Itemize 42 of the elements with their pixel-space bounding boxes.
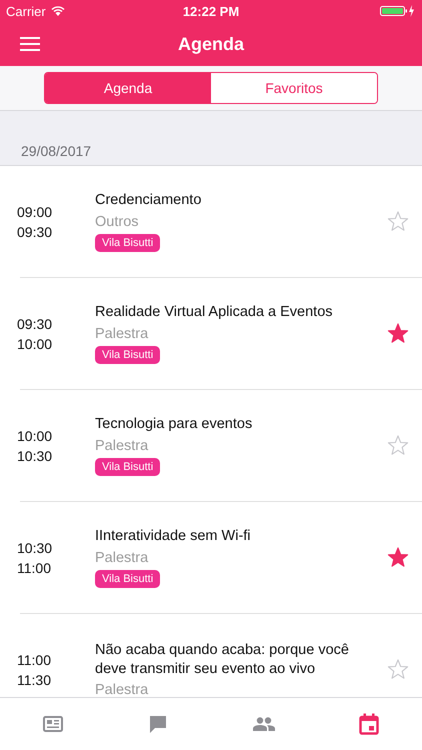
date-header: 29/08/2017 [21,143,92,159]
session-type: Palestra [95,550,148,566]
status-time: 12:22 PM [182,4,240,18]
end-time: 09:30 [17,224,54,240]
start-time: 11:00 [17,652,52,668]
start-time: 10:30 [17,540,54,556]
venue-tag: Vila Bisutti [95,458,160,476]
session-title: Credenciamento [95,191,202,210]
favorite-star-icon[interactable] [387,547,409,568]
session-type: Palestra [95,682,148,697]
venue-tag: Vila Bisutti [95,234,160,252]
segment-tab[interactable]: Favoritos [211,73,377,103]
favorite-star-icon[interactable] [387,211,409,232]
session-title: Não acaba quando acaba: porque você deve transmitir seu evento ao vivo [95,641,350,678]
session-title: Tecnologia para eventos [95,415,252,434]
carrier-label: Carrier [6,4,46,18]
favorite-star-icon[interactable] [387,435,409,456]
start-time: 09:00 [17,204,54,220]
battery-icon [380,5,416,17]
venue-tag: Vila Bisutti [95,346,160,364]
session-type: Outros [95,214,139,230]
favorite-star-icon[interactable] [387,323,409,344]
menu-icon[interactable] [20,37,40,51]
venue-tag: Vila Bisutti [95,570,160,588]
session-title: IInteratividade sem Wi-fi [95,527,251,546]
session-type: Palestra [95,326,148,342]
end-time: 11:30 [17,672,52,688]
chat-icon[interactable] [149,715,168,733]
end-time: 11:00 [17,560,52,576]
segment-tab[interactable]: Agenda [45,73,211,103]
start-time: 10:00 [17,428,54,444]
people-icon[interactable] [252,717,275,731]
wifi-icon [50,6,65,16]
news-icon[interactable] [42,716,63,732]
session-type: Palestra [95,438,148,454]
end-time: 10:30 [17,448,54,464]
session-title: Realidade Virtual Aplicada a Eventos [95,303,333,322]
calendar-icon[interactable] [359,713,380,735]
start-time: 09:30 [17,316,54,332]
favorite-star-icon[interactable] [387,659,409,680]
screen-title: Agenda [178,34,244,54]
end-time: 10:00 [17,336,54,352]
